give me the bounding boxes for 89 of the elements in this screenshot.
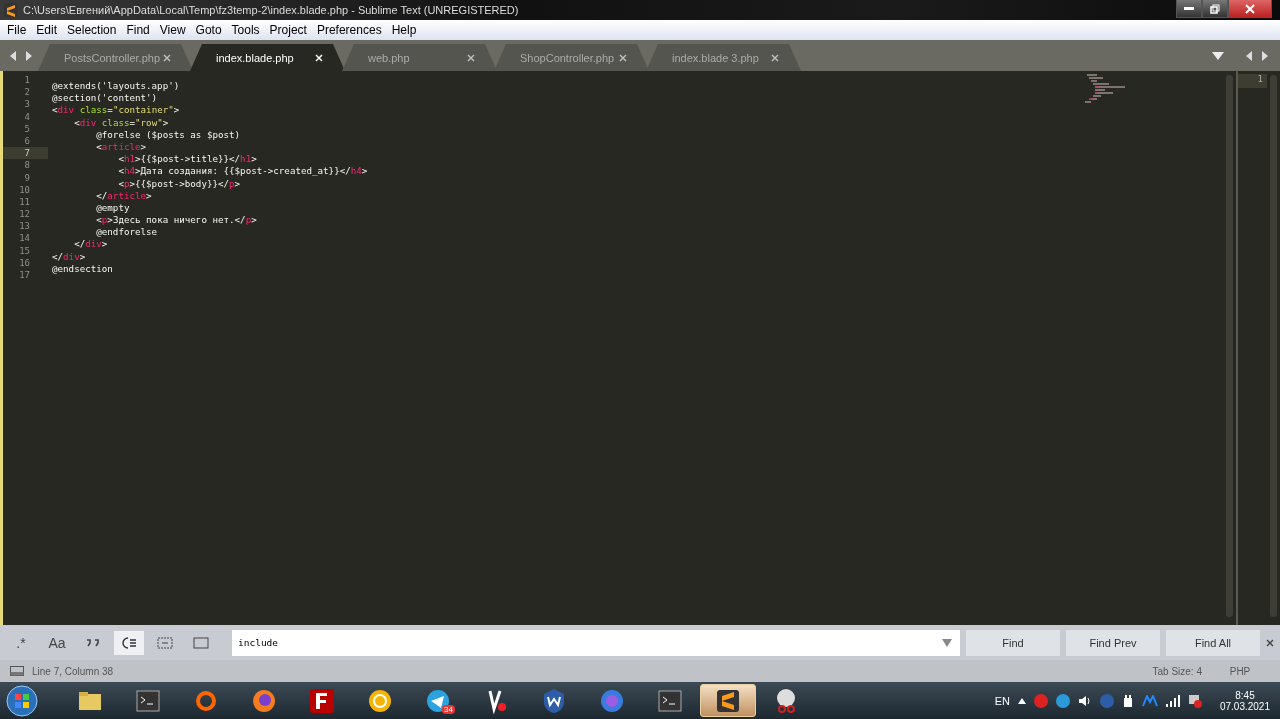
line-number: 16	[18, 256, 31, 269]
code-line: @forelse ($posts as $post)	[95, 128, 241, 140]
language-indicator[interactable]: EN	[994, 694, 1010, 707]
line-number: 11	[18, 195, 31, 209]
plug-icon[interactable]	[1121, 693, 1134, 708]
line-number: 8	[23, 159, 31, 172]
menu-item[interactable]: Find	[121, 23, 155, 37]
minimize-button[interactable]	[1176, 0, 1202, 18]
line-number: 10	[18, 183, 31, 196]
line-number: 5	[23, 122, 31, 135]
speaker-icon[interactable]	[1077, 693, 1092, 708]
code-line: <div class="row">	[73, 116, 169, 128]
dropdown-icon[interactable]	[942, 638, 952, 647]
find-button[interactable]: Find	[966, 629, 1060, 656]
taskbar-app[interactable]: 34	[410, 684, 466, 717]
code-line: <h1>{{$post->title}}</h1>	[117, 153, 257, 165]
line-number: 7	[3, 147, 48, 160]
menu-item[interactable]: Preferences	[311, 23, 387, 37]
find-field[interactable]: include	[232, 629, 960, 656]
selection-icon	[157, 636, 173, 649]
menu-item[interactable]: Goto	[190, 23, 227, 37]
find-button[interactable]: Find All	[1166, 629, 1260, 656]
line-number: 17	[18, 269, 31, 282]
network-icon[interactable]	[1187, 693, 1202, 708]
tray-arrow-icon[interactable]	[1017, 697, 1026, 704]
line-number: 9	[23, 171, 31, 184]
line-number: 13	[18, 220, 31, 233]
find-option-toggle[interactable]: Aa	[42, 630, 72, 655]
clock-date: 07.03.2021	[1219, 700, 1270, 712]
code-line: </article>	[95, 189, 152, 201]
taskbar-app[interactable]	[700, 684, 756, 717]
file-tab[interactable]: index.blade.php	[190, 44, 345, 71]
code-line: @section('content')	[52, 92, 158, 104]
restore-icon	[1210, 3, 1220, 14]
syntax-label[interactable]: PHP	[1210, 665, 1270, 677]
tray-app-icon[interactable]	[1055, 693, 1070, 708]
sublime-icon	[4, 3, 18, 17]
tab-size[interactable]: Tab Size: 4	[1152, 665, 1202, 677]
quotes-icon	[85, 637, 101, 648]
line-number: 12	[18, 208, 31, 221]
close-button[interactable]	[1228, 0, 1272, 18]
unread-badge: 34	[442, 705, 455, 714]
rectangle-icon	[193, 636, 209, 649]
signal-icon[interactable]	[1165, 694, 1180, 707]
menu-item[interactable]: Project	[264, 23, 312, 37]
menu-item[interactable]: Selection	[62, 23, 122, 37]
menu-item[interactable]: Edit	[31, 23, 63, 37]
menu-item[interactable]: View	[154, 23, 191, 37]
start-button[interactable]	[4, 683, 40, 718]
line-number: 15	[18, 244, 31, 257]
cursor-position: Line 7, Column 38	[32, 665, 114, 677]
code-line: <p>{{$post->body}}</p>	[117, 177, 241, 189]
code-line: </div>	[52, 250, 86, 262]
find-button[interactable]: Find Prev	[1066, 629, 1160, 656]
code-line: @empty	[95, 201, 130, 213]
line-number: 14	[18, 232, 31, 245]
find-option-toggle[interactable]: .*	[6, 630, 36, 655]
dropdown-icon[interactable]	[1212, 51, 1224, 60]
minimize-icon	[1184, 6, 1194, 11]
line-number: 2	[23, 86, 31, 99]
code-line: @extends('layouts.app')	[52, 80, 180, 91]
menu-item[interactable]: Tools	[226, 23, 265, 37]
find-option-toggle[interactable]	[114, 630, 144, 655]
panel-icon[interactable]	[10, 666, 24, 676]
menu-item[interactable]: File	[2, 23, 32, 37]
menu-item[interactable]: Help	[386, 23, 422, 37]
line-number: 4	[23, 110, 31, 123]
tab-arrows-icon[interactable]	[1246, 50, 1268, 61]
close-icon[interactable]	[1266, 638, 1274, 647]
code-line: <p>Здесь пока ничего нет.</p>	[95, 214, 257, 226]
code-line: <h4>Дата создания: {{$post->created_at}}</h4>	[117, 165, 368, 177]
code-line: @endforelse	[95, 226, 158, 238]
filezilla-icon	[308, 686, 336, 715]
code-line: <div class="container">	[52, 104, 180, 116]
tab-arrows-icon[interactable]	[10, 50, 32, 61]
tray-app-icon[interactable]	[1141, 694, 1158, 707]
code-line: </div>	[73, 238, 108, 250]
wrap-icon	[121, 635, 137, 650]
window-title: C:\Users\Евгений\AppData\Local\Temp\fz3temp-2\index.blade.php - Sublime Text (UNREGISTERED)	[23, 4, 520, 16]
tray-app-icon[interactable]	[1033, 693, 1048, 708]
code-line: @endsection	[52, 262, 113, 274]
clock-time: 8:45	[1235, 689, 1255, 701]
line-number: 1	[1238, 74, 1267, 88]
close-icon	[1245, 3, 1255, 14]
line-number: 1	[23, 74, 31, 87]
line-number: 6	[23, 134, 31, 148]
code-line: <article>	[95, 140, 147, 152]
line-number: 3	[23, 98, 31, 111]
restore-button[interactable]	[1202, 0, 1228, 18]
